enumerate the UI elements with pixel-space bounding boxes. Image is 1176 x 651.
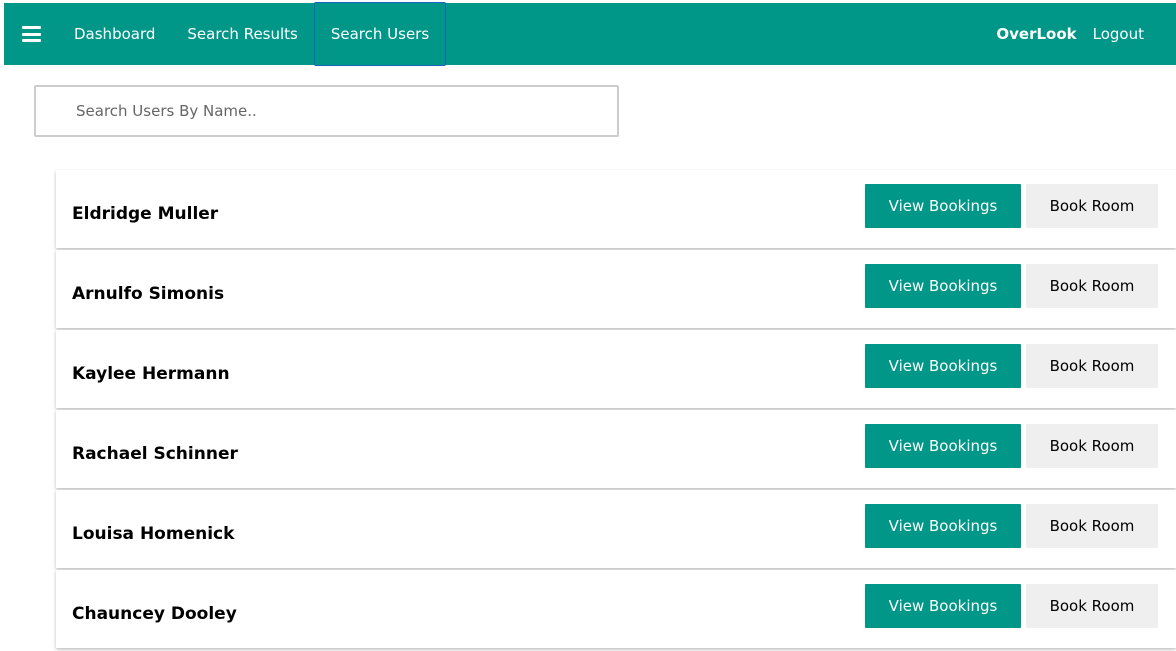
user-actions: View Bookings Book Room bbox=[865, 184, 1158, 228]
book-room-button[interactable]: Book Room bbox=[1026, 184, 1158, 228]
user-name: Rachael Schinner bbox=[72, 444, 238, 464]
user-card: Arnulfo Simonis View Bookings Book Room bbox=[56, 250, 1176, 328]
nav-search-users[interactable]: Search Users bbox=[313, 1, 447, 66]
user-actions: View Bookings Book Room bbox=[865, 424, 1158, 468]
book-room-button[interactable]: Book Room bbox=[1026, 424, 1158, 468]
view-bookings-button[interactable]: View Bookings bbox=[865, 504, 1021, 548]
hamburger-bars bbox=[21, 26, 41, 42]
user-card: Rachael Schinner View Bookings Book Room bbox=[56, 410, 1176, 488]
user-actions: View Bookings Book Room bbox=[865, 264, 1158, 308]
user-actions: View Bookings Book Room bbox=[865, 584, 1158, 628]
top-navigation-bar: Dashboard Search Results Search Users Ov… bbox=[4, 1, 1176, 66]
logout-link[interactable]: Logout bbox=[1085, 25, 1176, 43]
view-bookings-button[interactable]: View Bookings bbox=[865, 584, 1021, 628]
view-bookings-button[interactable]: View Bookings bbox=[865, 264, 1021, 308]
view-bookings-button[interactable]: View Bookings bbox=[865, 424, 1021, 468]
user-card: Eldridge Muller View Bookings Book Room bbox=[56, 170, 1176, 248]
brand-name: OverLook bbox=[996, 25, 1077, 43]
user-name: Louisa Homenick bbox=[72, 524, 235, 544]
nav-dashboard[interactable]: Dashboard bbox=[58, 3, 171, 65]
user-card: Kaylee Hermann View Bookings Book Room bbox=[56, 330, 1176, 408]
user-list: Eldridge Muller View Bookings Book Room … bbox=[56, 170, 1176, 650]
nav-search-results[interactable]: Search Results bbox=[171, 3, 313, 65]
book-room-button[interactable]: Book Room bbox=[1026, 344, 1158, 388]
user-actions: View Bookings Book Room bbox=[865, 504, 1158, 548]
search-users-input[interactable] bbox=[36, 87, 617, 135]
user-name: Chauncey Dooley bbox=[72, 604, 237, 624]
user-name: Kaylee Hermann bbox=[72, 364, 230, 384]
search-box bbox=[34, 85, 619, 137]
user-actions: View Bookings Book Room bbox=[865, 344, 1158, 388]
user-name: Eldridge Muller bbox=[72, 204, 219, 224]
view-bookings-button[interactable]: View Bookings bbox=[865, 344, 1021, 388]
view-bookings-button[interactable]: View Bookings bbox=[865, 184, 1021, 228]
hamburger-menu-icon[interactable] bbox=[4, 3, 58, 65]
user-card: Chauncey Dooley View Bookings Book Room bbox=[56, 570, 1176, 648]
user-name: Arnulfo Simonis bbox=[72, 284, 225, 304]
book-room-button[interactable]: Book Room bbox=[1026, 504, 1158, 548]
book-room-button[interactable]: Book Room bbox=[1026, 584, 1158, 628]
user-card: Louisa Homenick View Bookings Book Room bbox=[56, 490, 1176, 568]
book-room-button[interactable]: Book Room bbox=[1026, 264, 1158, 308]
